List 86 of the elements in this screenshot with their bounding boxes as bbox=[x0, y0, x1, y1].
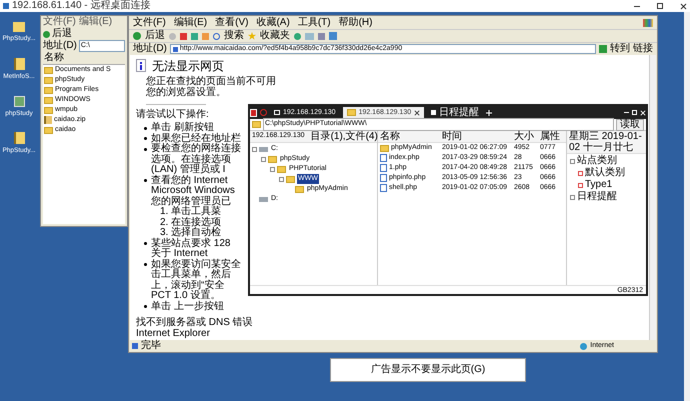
menu-item[interactable]: 收藏(A) bbox=[256, 18, 290, 28]
menu-item[interactable]: 文件(F) bbox=[133, 18, 166, 28]
instruction-text: 请尝试以下操作: bbox=[136, 109, 209, 120]
intro-text: 您的浏览器设置。 bbox=[146, 87, 226, 98]
menu-item[interactable]: 查看(V) bbox=[215, 18, 248, 28]
scrollbar[interactable] bbox=[684, 12, 690, 401]
tip-text: 如果您要访问某安全 bbox=[151, 260, 241, 270]
target-icon bbox=[260, 109, 267, 116]
tip-text: 击工具菜单，然后 bbox=[150, 270, 231, 280]
tip-text: 要检查您的网络连接 bbox=[151, 144, 241, 154]
bullet-icon bbox=[144, 179, 147, 182]
column-header[interactable]: 名称 bbox=[43, 52, 125, 65]
remote-desktop-icon bbox=[3, 3, 9, 9]
tip-text: Microsoft Windows bbox=[150, 186, 235, 196]
search-button[interactable]: 搜索 bbox=[224, 31, 244, 41]
category-icon bbox=[578, 182, 583, 188]
column-header[interactable]: 大小 bbox=[514, 132, 540, 142]
bullet-icon bbox=[144, 263, 147, 266]
category-item[interactable]: 日程提醒 bbox=[577, 192, 617, 202]
column-header[interactable]: 属性 bbox=[540, 132, 564, 142]
bullet-icon bbox=[144, 305, 147, 308]
read-button[interactable]: 读取 bbox=[616, 118, 644, 130]
archive-icon[interactable] bbox=[14, 58, 24, 70]
tip-text: 单击 刷新按钮 bbox=[151, 123, 214, 134]
intro-text: 您正在查找的页面当前不可用 bbox=[146, 76, 276, 87]
menu-item[interactable]: 文件(F) bbox=[43, 17, 76, 27]
close-icon[interactable] bbox=[680, 2, 687, 10]
tip-text: 如果您已经在地址栏 bbox=[151, 134, 241, 144]
notice-text: 广告显示不要显示此页(G) bbox=[370, 365, 486, 375]
scrollbar[interactable] bbox=[649, 55, 656, 340]
search-icon[interactable] bbox=[213, 32, 220, 40]
status-text: 完毕 bbox=[141, 341, 161, 351]
folder-icon bbox=[44, 126, 53, 134]
maximize-icon[interactable] bbox=[657, 3, 663, 9]
bullet-icon bbox=[144, 148, 147, 151]
close-icon[interactable] bbox=[414, 110, 420, 116]
folder-icon bbox=[252, 121, 261, 128]
back-button[interactable]: 后退 bbox=[145, 31, 165, 41]
menu-item[interactable]: 编辑(E) bbox=[174, 18, 208, 28]
tip-text: PCT 1.0 设置。 bbox=[150, 291, 220, 301]
collapse-icon[interactable] bbox=[570, 194, 575, 200]
info-icon bbox=[136, 59, 146, 72]
tip-text: 单击 上一步按钮 bbox=[151, 302, 224, 312]
page-heading: 无法显示网页 bbox=[152, 60, 224, 72]
footer-text: Internet Explorer bbox=[136, 328, 210, 339]
tip-text: 上，滚动到“安全 bbox=[150, 280, 224, 290]
monitor-icon bbox=[274, 110, 280, 115]
favorites-button[interactable]: 收藏夹 bbox=[260, 31, 290, 41]
archive-icon bbox=[44, 116, 52, 124]
window-title: 192.168.61.140 - 远程桌面连接 bbox=[12, 1, 150, 11]
bullet-icon bbox=[144, 242, 147, 246]
date-text: 星期三 2019-01-02 十一月廿七 bbox=[567, 131, 646, 154]
tip-text: (LAN) 管理员或 I bbox=[150, 165, 226, 175]
folder-icon bbox=[380, 144, 389, 152]
menu-item[interactable]: 编辑(E) bbox=[78, 17, 112, 27]
column-header[interactable]: 时间 bbox=[442, 132, 514, 142]
bullet-icon bbox=[144, 137, 147, 140]
step-text: 3. 选择自动检 bbox=[160, 228, 222, 238]
tip-text: 关于 Internet bbox=[150, 249, 208, 259]
go-button[interactable]: 转到 bbox=[610, 44, 630, 54]
archive-icon[interactable] bbox=[14, 132, 24, 144]
add-tab-icon[interactable] bbox=[486, 110, 492, 116]
step-text: 2. 在连接选项 bbox=[159, 218, 222, 228]
star-icon[interactable] bbox=[248, 32, 256, 40]
collapse-icon[interactable] bbox=[570, 158, 575, 164]
address-label: 地址(D) bbox=[133, 44, 167, 54]
bullet-icon bbox=[144, 126, 147, 130]
folder-icon bbox=[346, 109, 356, 116]
category-item[interactable]: Type1 bbox=[585, 180, 612, 190]
category-item[interactable]: 站点类别 bbox=[577, 156, 617, 166]
step-text: 1. 单击工具菜 bbox=[159, 207, 222, 217]
category-item[interactable]: 默认类别 bbox=[585, 168, 625, 178]
links-button[interactable]: 链接 bbox=[633, 44, 653, 54]
directory-count: 目录(1),文件(4) bbox=[310, 132, 378, 142]
category-icon bbox=[578, 170, 583, 176]
footer-text: 找不到服务器或 DNS 错误 bbox=[136, 317, 253, 328]
back-button[interactable]: 后退 bbox=[52, 29, 72, 39]
column-header[interactable]: 名称 bbox=[380, 132, 442, 142]
tip-text: 查看您的 Internet bbox=[151, 176, 228, 186]
tip-text: 您的网络管理员已 bbox=[150, 196, 231, 206]
address-label: 地址(D) bbox=[43, 41, 77, 51]
tab[interactable]: 日程提醒 bbox=[427, 106, 484, 118]
menu-item[interactable]: 帮助(H) bbox=[338, 18, 372, 28]
menu-item[interactable]: 工具(T) bbox=[298, 18, 331, 28]
tip-text: 某些站点要求 128 bbox=[151, 238, 230, 249]
tip-text: 选项。在连接选项 bbox=[150, 154, 231, 164]
